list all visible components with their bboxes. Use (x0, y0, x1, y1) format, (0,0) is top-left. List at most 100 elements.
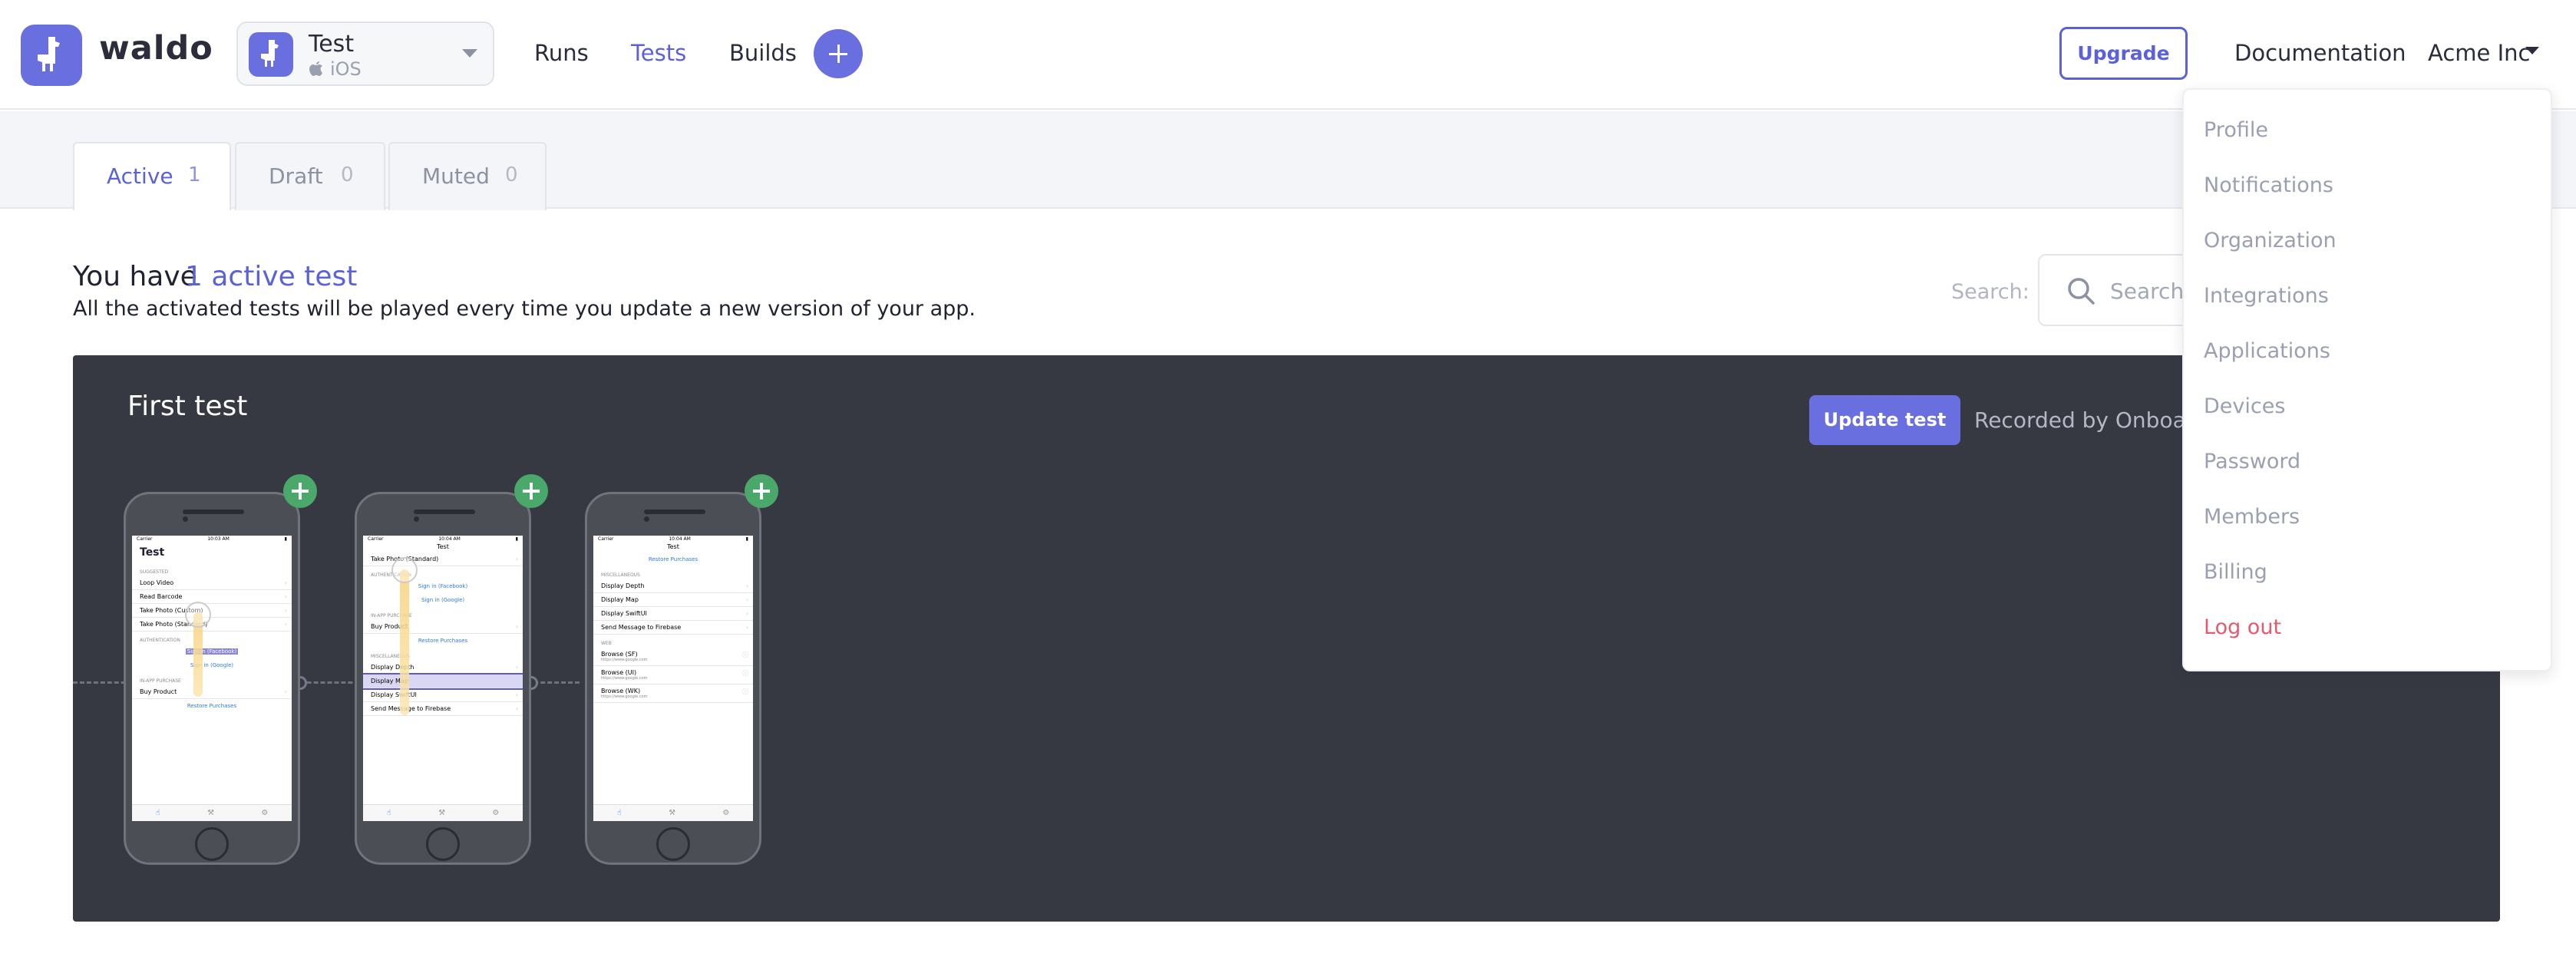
upgrade-button[interactable]: Upgrade (2059, 27, 2188, 80)
nav-builds[interactable]: Builds (729, 40, 797, 66)
app-name: Test (309, 31, 355, 58)
tab-draft[interactable]: Draft 0 (235, 142, 385, 210)
touch-indicator (185, 602, 211, 628)
list-item: Send Message to Firebase › (593, 621, 753, 635)
screen-link: Sign in (Google) (421, 597, 465, 603)
phone-screen: Carrier 10:03 AM ▮ Test SUGGESTED Loop Vid… (132, 536, 292, 821)
tab-muted[interactable]: Muted 0 (388, 142, 547, 210)
list-item: Take Photo (Custom) › (132, 604, 292, 618)
chevron-down-icon (462, 49, 477, 58)
status-time: 10:03 AM (207, 536, 230, 542)
update-test-button[interactable]: Update test (1809, 395, 1960, 445)
documentation-link[interactable]: Documentation (2234, 40, 2406, 66)
screen-nav-title: Test (437, 543, 449, 550)
touch-trail (400, 569, 409, 715)
nav-tests[interactable]: Tests (631, 40, 686, 66)
test-card: First test Update test Recorded by Onboa… (73, 355, 2500, 922)
menu-item-integrations[interactable]: Integrations (2204, 284, 2329, 308)
waldo-logo-icon[interactable] (21, 25, 82, 86)
add-step-icon[interactable] (514, 474, 548, 508)
nav-runs[interactable]: Runs (534, 40, 589, 66)
touch-indicator (391, 557, 418, 583)
menu-item-applications[interactable]: Applications (2204, 339, 2330, 363)
add-step-icon[interactable] (745, 474, 778, 508)
phone-screen: Carrier 10:04 AM ▮ Test Take Photo (Standa… (363, 536, 523, 821)
app-platform: iOS (330, 58, 362, 80)
list-item: Display Depth › (363, 661, 523, 675)
list-item: Browse (SF) https://www.google.com ⓘ (593, 648, 753, 666)
screen-link: Sign in (Google) (190, 662, 234, 668)
screen-link: Restore Purchases (418, 638, 468, 644)
section-header: MISCELLANEOUS (601, 572, 640, 578)
list-item: Display Map › (593, 593, 753, 607)
list-item: Take Photo (Standard) › (132, 618, 292, 632)
home-button (656, 827, 690, 861)
test-title[interactable]: First test (127, 391, 247, 422)
status-carrier: Carrier (137, 536, 153, 542)
active-tests-link[interactable]: 1 active test (185, 261, 357, 292)
section-header: SUGGESTED (140, 569, 169, 575)
list-item: Display SwiftUI › (363, 688, 523, 702)
section-header: WEB (601, 641, 612, 646)
summary-heading: You have (73, 261, 197, 292)
list-item: Display Depth › (593, 579, 753, 593)
screen-title: Test (140, 546, 165, 559)
list-item: Browse (WK) https://www.google.com ⓘ (593, 684, 753, 703)
add-step-icon[interactable] (283, 474, 317, 508)
screenshot-step-1[interactable]: Carrier 10:03 AM ▮ Test SUGGESTED Loop Vid… (124, 492, 300, 865)
tab-active[interactable]: Active 1 (73, 142, 231, 210)
list-item: Send Message to Firebase › (363, 702, 523, 716)
add-button[interactable] (814, 29, 863, 78)
phone-screen: Carrier 10:04 AM ▮ Test Restore Purchases … (593, 536, 753, 821)
list-item: Browse (UI) https://www.google.com ⓘ (593, 666, 753, 684)
list-item: Read Barcode › (132, 590, 292, 604)
search-icon (2068, 278, 2095, 305)
screen-nav-title: Test (667, 543, 679, 550)
section-header: AUTHENTICATION (140, 638, 180, 643)
screen-tabbar: ☝ ⚒ ⚙ (593, 804, 753, 821)
tab-label: Draft (269, 163, 323, 189)
tab-count: 0 (505, 163, 518, 186)
list-item: Buy Product › (132, 685, 292, 699)
screen-tabbar: ☝ ⚒ ⚙ (363, 804, 523, 821)
menu-item-members[interactable]: Members (2204, 505, 2300, 529)
screenshot-step-2[interactable]: Carrier 10:04 AM ▮ Test Take Photo (Standa… (355, 492, 531, 865)
screen-link: Restore Purchases (187, 703, 237, 709)
account-dropdown-menu: Profile Notifications Organization Integ… (2182, 88, 2552, 671)
list-item: Buy Product › (363, 620, 523, 634)
tab-count: 1 (188, 163, 201, 186)
app-selector[interactable]: Test iOS (236, 21, 494, 86)
brand-name[interactable]: waldo (99, 29, 213, 68)
tab-label: Active (107, 163, 173, 189)
status-carrier: Carrier (368, 536, 384, 542)
highlighted-list-item: Display Map (363, 673, 523, 690)
menu-item-billing[interactable]: Billing (2204, 560, 2267, 584)
status-time: 10:04 AM (669, 536, 691, 542)
app-llama-icon (249, 32, 293, 77)
menu-item-notifications[interactable]: Notifications (2204, 173, 2333, 197)
summary-description: All the activated tests will be played e… (73, 297, 976, 321)
status-time: 10:04 AM (438, 536, 461, 542)
screen-tabbar: ☝ ⚒ ⚙ (132, 804, 292, 821)
search-label: Search: (1951, 280, 2029, 304)
apple-icon (309, 61, 322, 76)
caret-down-icon[interactable] (2525, 47, 2539, 54)
list-item: Loop Video › (132, 576, 292, 590)
menu-item-devices[interactable]: Devices (2204, 394, 2285, 418)
screen-link: Restore Purchases (648, 556, 698, 562)
tab-count: 0 (341, 163, 354, 186)
home-button (195, 827, 229, 861)
home-button (426, 827, 460, 861)
menu-item-password[interactable]: Password (2204, 450, 2300, 473)
screen-link: Sign in (Facebook) (418, 583, 468, 589)
section-header: IN-APP PURCHASE (140, 678, 181, 684)
menu-item-profile[interactable]: Profile (2204, 118, 2268, 142)
menu-item-organization[interactable]: Organization (2204, 229, 2337, 252)
account-menu-toggle[interactable]: Acme Inc (2428, 40, 2530, 66)
status-carrier: Carrier (598, 536, 614, 542)
list-item: Take Photo (Standard) › (363, 552, 523, 566)
menu-item-logout[interactable]: Log out (2204, 615, 2281, 639)
screenshot-step-3[interactable]: Carrier 10:04 AM ▮ Test Restore Purchases … (585, 492, 761, 865)
tab-label: Muted (422, 163, 490, 189)
section-header: MISCELLANEOUS (371, 654, 410, 659)
